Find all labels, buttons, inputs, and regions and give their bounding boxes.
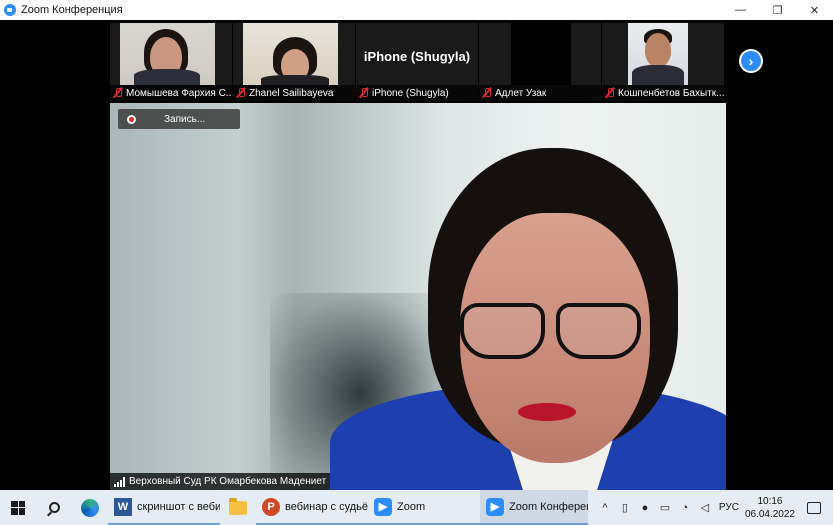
participant-video: [511, 23, 571, 85]
active-speaker-video: Запись... Верховный Суд РК Омарбекова Ма…: [110, 103, 726, 490]
maximize-button[interactable]: ❐: [759, 0, 796, 20]
participant-name-label: iPhone (Shugyla): [356, 85, 478, 101]
search-icon: [48, 502, 60, 513]
mic-muted-icon: [113, 87, 123, 99]
windows-logo-icon: [11, 500, 25, 515]
signal-strength-icon: [114, 476, 125, 487]
participant-display-name: iPhone (Shugyla): [363, 49, 471, 64]
taskbar-app-powerpoint[interactable]: P вебинар с судьё...: [256, 490, 368, 525]
record-icon: [127, 114, 136, 124]
microphone-icon[interactable]: ●: [637, 490, 653, 525]
system-tray: ^ ▯ ● ▭ ◔ ◁ РУС 10:16 06.04.2022: [595, 490, 833, 525]
window-titlebar: Zoom Конференция — ❐ ✕: [0, 0, 833, 20]
meeting-video-area: Момышева Фархия С... Zhanel Sailibayeva …: [0, 20, 833, 490]
active-speaker-name-label: Верховный Суд РК Омарбекова Мадениет: [110, 473, 331, 490]
window-title: Zoom Конференция: [21, 4, 123, 16]
zoom-screen: Zoom Конференция — ❐ ✕ Момышева Фархия С…: [0, 0, 833, 525]
battery-icon[interactable]: ▭: [657, 490, 673, 525]
clock-date: 06.04.2022: [744, 508, 795, 520]
zoom-app-icon: [4, 4, 16, 16]
participant-thumbnail[interactable]: Кошпенбетов Бахытк...: [602, 23, 724, 101]
volume-icon[interactable]: ◁: [697, 490, 713, 525]
clock-time: 10:16: [757, 495, 783, 507]
powerpoint-icon: P: [262, 497, 280, 516]
search-button[interactable]: [36, 490, 72, 525]
participant-name-label: Адлет Узак: [479, 85, 601, 101]
taskbar-file-explorer[interactable]: [220, 490, 256, 525]
mic-muted-icon: [605, 87, 615, 99]
input-language[interactable]: РУС: [719, 502, 739, 513]
participant-video: [243, 23, 338, 85]
participant-name-label: Кошпенбетов Бахытк...: [602, 85, 724, 101]
window-controls: — ❐ ✕: [722, 0, 833, 20]
participant-video: [120, 23, 215, 85]
next-participants-button[interactable]: ›: [739, 49, 763, 73]
taskbar-clock[interactable]: 10:16 06.04.2022: [745, 495, 795, 521]
mic-muted-icon: [236, 87, 246, 99]
zoom-icon: ▶: [486, 497, 504, 516]
participant-thumbnail[interactable]: Адлет Узак: [479, 23, 601, 101]
recording-indicator[interactable]: Запись...: [118, 109, 240, 129]
participant-name-label: Момышева Фархия С...: [110, 85, 232, 101]
chevron-right-icon: ›: [748, 53, 754, 69]
mic-muted-icon: [359, 87, 369, 99]
taskbar-app-zoom[interactable]: ▶ Zoom: [368, 490, 480, 525]
zoom-icon: ▶: [374, 497, 392, 516]
taskbar-edge[interactable]: [72, 490, 108, 525]
participant-thumbnail[interactable]: Момышева Фархия С...: [110, 23, 232, 101]
participant-name-label: Zhanel Sailibayeva: [233, 85, 355, 101]
phone-icon[interactable]: ▯: [617, 490, 633, 525]
close-button[interactable]: ✕: [796, 0, 833, 20]
edge-browser-icon: [81, 498, 99, 517]
start-button[interactable]: [0, 490, 36, 525]
tray-overflow-chevron[interactable]: ^: [597, 490, 613, 525]
mic-muted-icon: [482, 87, 492, 99]
network-icon[interactable]: ◔: [677, 490, 693, 525]
minimize-button[interactable]: —: [722, 0, 759, 20]
word-icon: W: [114, 497, 132, 516]
participant-thumbnail-strip: Момышева Фархия С... Zhanel Sailibayeva …: [110, 23, 726, 101]
folder-icon: [229, 497, 247, 515]
taskbar-app-zoom-meeting[interactable]: ▶ Zoom Конферен...: [480, 490, 588, 525]
participant-video: [628, 23, 688, 85]
participant-thumbnail[interactable]: Zhanel Sailibayeva: [233, 23, 355, 101]
notification-icon[interactable]: [807, 501, 821, 514]
recording-label: Запись...: [164, 113, 206, 125]
participant-thumbnail[interactable]: iPhone (Shugyla) iPhone (Shugyla): [356, 23, 478, 101]
taskbar-app-word[interactable]: W скриншот с вебин...: [108, 490, 220, 525]
windows-taskbar: W скриншот с вебин... P вебинар с судьё.…: [0, 490, 833, 525]
